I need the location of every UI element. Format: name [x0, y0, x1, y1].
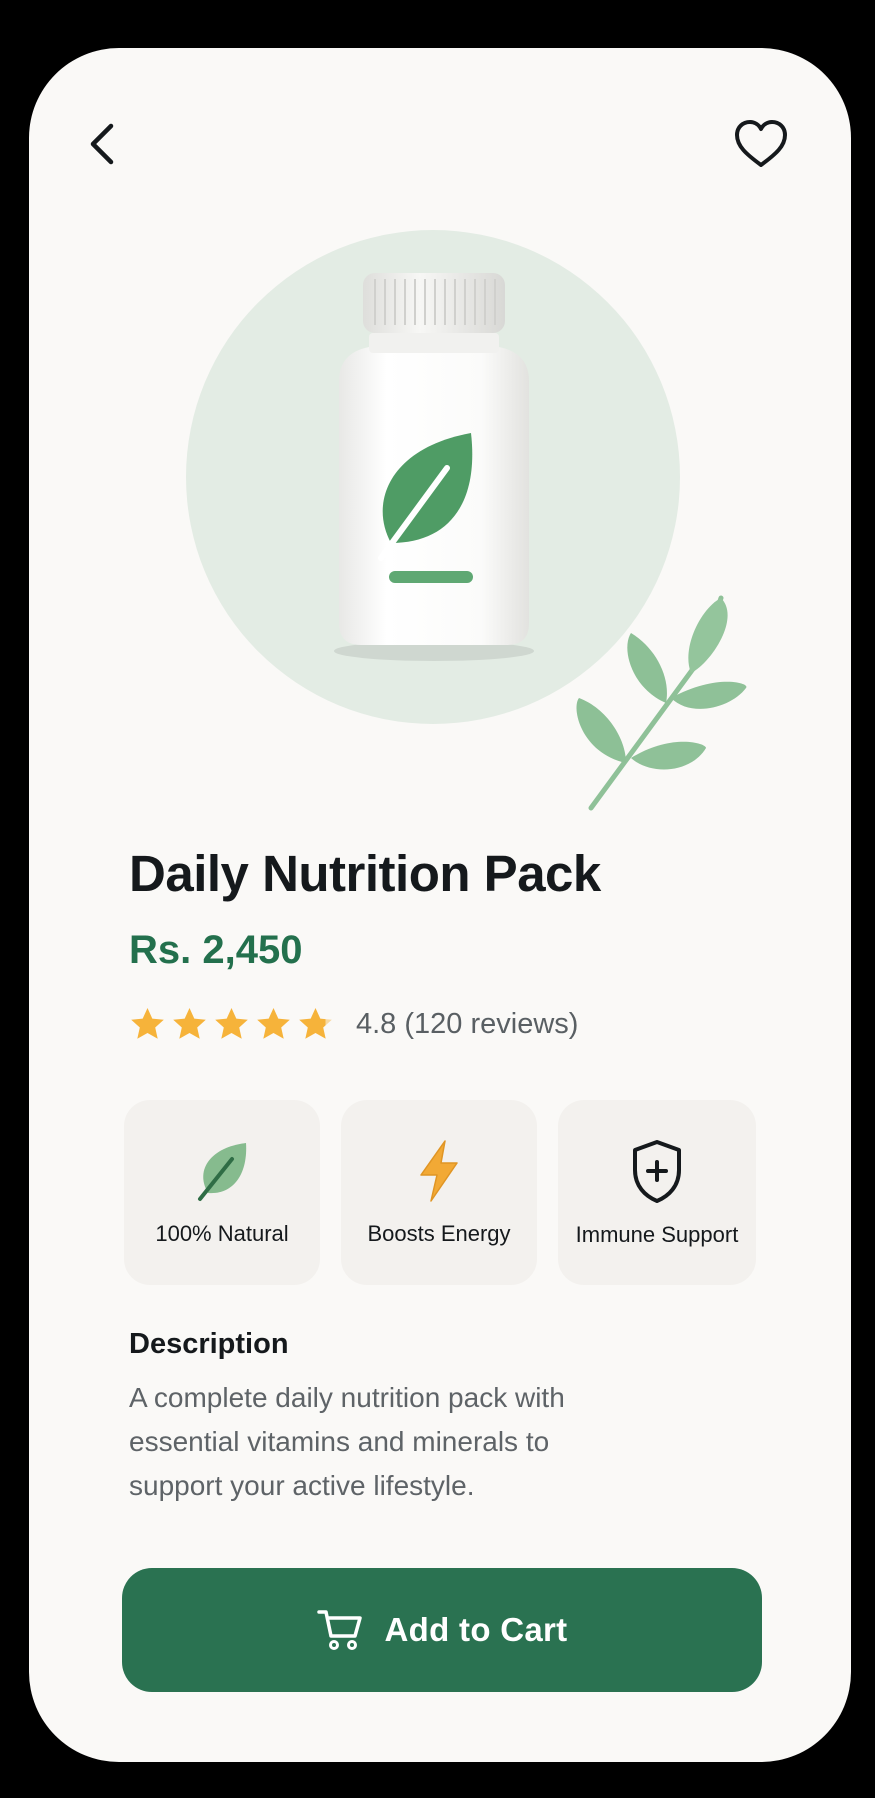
- feature-label: Immune Support: [575, 1221, 739, 1247]
- description-body: A complete daily nutrition pack with ess…: [129, 1382, 565, 1501]
- lightning-icon: [420, 1139, 458, 1202]
- add-to-cart-label: Add to Cart: [384, 1611, 568, 1648]
- leaf-icon: [198, 1142, 247, 1201]
- star-icon: [299, 1008, 332, 1039]
- rating-stars: [129, 1006, 334, 1043]
- rating: 4.8 (120 reviews): [129, 1006, 578, 1043]
- feature-label: Boosts Energy: [367, 1220, 511, 1246]
- description-heading: Description: [129, 1328, 289, 1360]
- favorite-button[interactable]: [729, 112, 793, 176]
- product-title: Daily Nutrition Pack: [129, 845, 601, 902]
- feature-card-natural: 100% Natural: [124, 1100, 320, 1285]
- feature-card-immune: Immune Support: [558, 1100, 756, 1285]
- leaf-sprig-icon: [576, 595, 747, 811]
- add-to-cart-button[interactable]: Add to Cart: [122, 1568, 762, 1692]
- heart-outline-icon: [735, 120, 787, 167]
- feature-card-energy: Boosts Energy: [341, 1100, 537, 1285]
- star-icon: [131, 1008, 164, 1039]
- shield-plus-icon: [633, 1139, 681, 1203]
- feature-label: 100% Natural: [155, 1220, 289, 1246]
- back-button[interactable]: [71, 112, 135, 176]
- product-price: Rs. 2,450: [129, 928, 303, 972]
- supplement-bottle-icon: [334, 273, 534, 661]
- rating-text: 4.8 (120 reviews): [356, 1008, 579, 1040]
- product-screen: Daily Nutrition Pack Rs. 2,450 4.8 (120 …: [29, 48, 851, 1762]
- feature-list: 100% Natural Boosts Energy Immune Suppor…: [124, 1100, 756, 1285]
- star-icon: [215, 1008, 248, 1039]
- product-image: [29, 218, 851, 818]
- chevron-left-icon: [90, 123, 114, 165]
- star-icon: [257, 1008, 290, 1039]
- cart-icon: [316, 1610, 362, 1650]
- star-icon: [173, 1008, 206, 1039]
